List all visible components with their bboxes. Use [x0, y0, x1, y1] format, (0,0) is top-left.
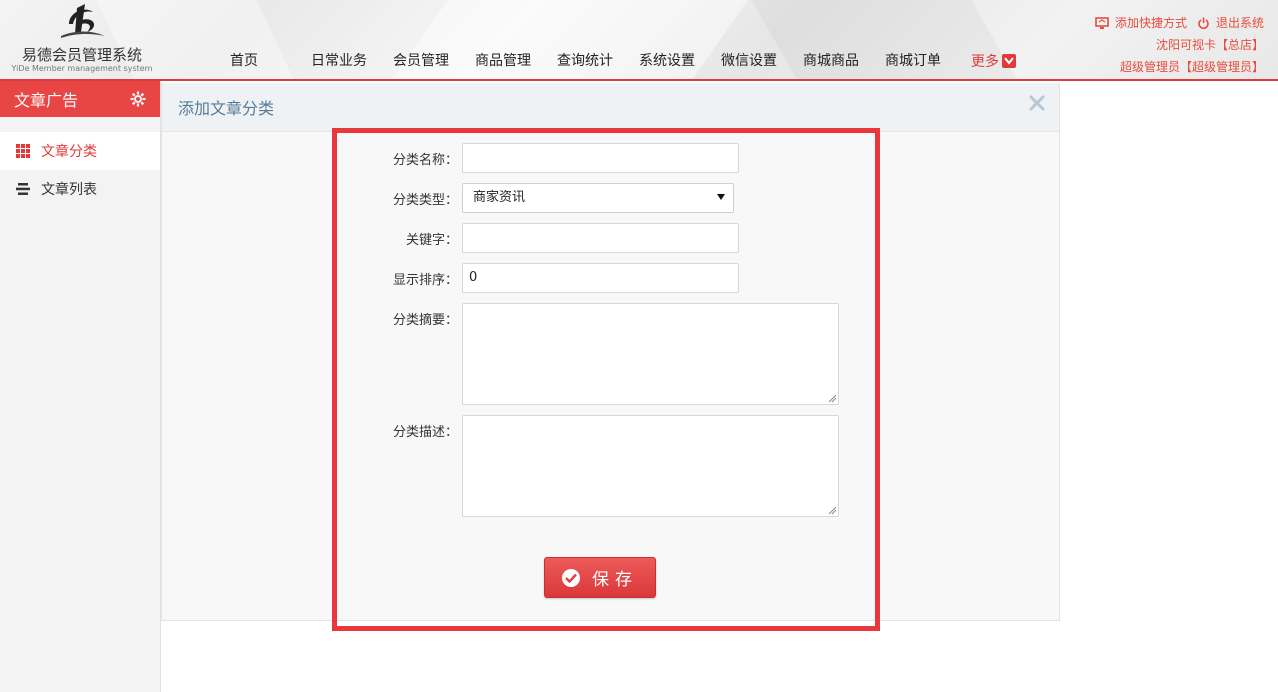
check-circle-icon [562, 568, 580, 587]
close-icon[interactable] [1029, 95, 1045, 111]
list-icon [16, 183, 30, 195]
dropdown-arrow-icon [717, 194, 725, 200]
description-textarea[interactable] [462, 415, 839, 517]
description-label: 分类描述： [392, 425, 458, 440]
sidebar-item-article-category[interactable]: 文章分类 [0, 132, 160, 170]
keyword-label: 关键字： [405, 233, 458, 248]
nav-item-mall-products[interactable]: 商城商品 [803, 50, 859, 72]
nav-item-daily[interactable]: 日常业务 [311, 50, 367, 72]
panel-header: 添加文章分类 [162, 83, 1059, 132]
sidebar-header: 文章广告 [0, 81, 160, 117]
sidebar-list: 文章分类 文章列表 [0, 132, 160, 208]
summary-label: 分类摘要： [392, 313, 458, 328]
chevron-down-icon [1002, 54, 1016, 68]
category-type-value: 商家资讯 [473, 190, 526, 205]
resize-grip-icon[interactable] [827, 505, 837, 515]
nav-item-products[interactable]: 商品管理 [475, 50, 531, 72]
display-order-input[interactable]: 0 [462, 263, 739, 293]
nav-item-wechat[interactable]: 微信设置 [721, 50, 777, 72]
power-icon [1198, 17, 1209, 29]
panel-title: 添加文章分类 [178, 99, 275, 118]
order-label: 显示排序： [392, 273, 458, 288]
sidebar-title: 文章广告 [14, 91, 79, 110]
user-area: 添加快捷方式 退出系统 沈阳可视卡【总店】 超级管理员【超级管理员】 [1095, 12, 1264, 78]
sidebar-item-label: 文章列表 [41, 182, 97, 198]
app-logo[interactable]: 易德会员管理系统 YiDe Member management system [8, 2, 156, 78]
gear-icon[interactable] [130, 91, 146, 107]
nav-item-query[interactable]: 查询统计 [557, 50, 613, 72]
save-button[interactable]: 保存 [544, 557, 656, 598]
logo-mark-icon [61, 4, 105, 38]
nav-item-more[interactable]: 更多 [971, 50, 1016, 72]
summary-textarea[interactable] [462, 303, 839, 405]
name-label: 分类名称： [392, 153, 458, 168]
grid-icon [16, 144, 30, 158]
resize-grip-icon[interactable] [827, 393, 837, 403]
category-name-input[interactable] [462, 143, 739, 173]
save-button-label: 保存 [592, 570, 638, 590]
nav-more-label: 更多 [971, 54, 999, 70]
keyword-input[interactable] [462, 223, 739, 253]
logo-title: 易德会员管理系统 [21, 46, 142, 64]
logo-subtitle: YiDe Member management system [11, 64, 153, 73]
nav-item-settings[interactable]: 系统设置 [639, 50, 695, 72]
sidebar-item-article-list[interactable]: 文章列表 [0, 170, 160, 208]
monitor-icon [1095, 16, 1109, 29]
add-shortcut-link[interactable]: 添加快捷方式 [1115, 12, 1187, 34]
sidebar-item-label: 文章分类 [41, 144, 97, 160]
type-label: 分类类型： [392, 193, 458, 208]
nav-item-home[interactable]: 首页 [230, 50, 258, 72]
sidebar: 文章广告 文章分类 文章列表 [0, 81, 161, 692]
main-nav: 首页 日常业务 会员管理 商品管理 查询统计 系统设置 微信设置 商城商品 商城… [210, 50, 1042, 72]
nav-item-members[interactable]: 会员管理 [393, 50, 449, 72]
category-type-select[interactable]: 商家资讯 [462, 183, 734, 213]
logout-link[interactable]: 退出系统 [1216, 12, 1264, 34]
nav-item-mall-orders[interactable]: 商城订单 [885, 50, 941, 72]
top-header: 易德会员管理系统 YiDe Member management system 首… [0, 0, 1278, 81]
user-role: 超级管理员【超级管理员】 [1119, 60, 1264, 74]
store-name: 沈阳可视卡【总店】 [1155, 38, 1264, 52]
